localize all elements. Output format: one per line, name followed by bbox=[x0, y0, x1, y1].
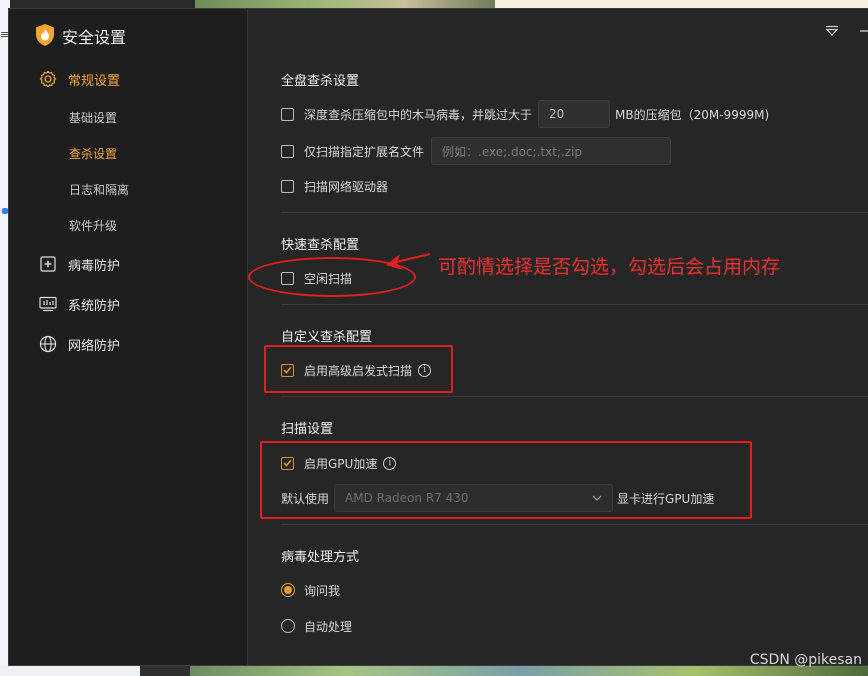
checkmark-icon bbox=[283, 459, 292, 467]
sidebar-item-label: 网络防护 bbox=[68, 338, 121, 354]
section-title-scan-settings: 扫描设置 bbox=[281, 422, 334, 437]
sidebar-item-general[interactable]: 常规设置 bbox=[39, 68, 120, 90]
idle-scan-checkbox[interactable] bbox=[281, 271, 294, 285]
extension-list-input[interactable]: 例如：.exe;.doc;.txt;.zip bbox=[431, 137, 672, 165]
info-icon[interactable]: i bbox=[383, 456, 397, 470]
option-idle-scan: 空闲扫描 bbox=[281, 263, 352, 293]
divider bbox=[281, 304, 868, 305]
system-monitor-icon bbox=[39, 295, 57, 313]
minimize-icon[interactable] bbox=[859, 25, 868, 37]
section-title-full-scan: 全盘查杀设置 bbox=[281, 74, 360, 89]
section-title-quick-scan: 快速查杀配置 bbox=[281, 238, 360, 253]
app-title: 安全设置 bbox=[62, 28, 127, 47]
sidebar-subitem-scan-settings[interactable]: 查杀设置 bbox=[69, 145, 117, 162]
sidebar-subitem-basic[interactable]: 基础设置 bbox=[69, 109, 117, 126]
gpu-acceleration-checkbox[interactable] bbox=[281, 456, 294, 470]
background-wallpaper-top bbox=[195, 0, 495, 8]
dropdown-menu-icon[interactable] bbox=[825, 25, 839, 37]
network-drive-checkbox[interactable] bbox=[281, 179, 294, 193]
checkmark-icon bbox=[283, 366, 292, 374]
divider bbox=[281, 396, 868, 397]
settings-window: 安全设置 常规设置 基础设置 查杀设置 日志和隔离 软件升级 病毒防护 系统防护 bbox=[8, 8, 868, 666]
extension-only-checkbox[interactable] bbox=[281, 144, 294, 158]
section-title-custom-scan: 自定义查杀配置 bbox=[281, 330, 373, 345]
auto-handle-label: 自动处理 bbox=[304, 619, 353, 634]
info-icon[interactable]: i bbox=[418, 363, 432, 377]
gpu-suffix-label: 显卡进行GPU加速 bbox=[617, 491, 715, 506]
shield-logo-icon bbox=[36, 24, 54, 46]
option-extension-only: 仅扫描指定扩展名文件 例如：.exe;.doc;.txt;.zip bbox=[281, 136, 672, 166]
idle-scan-label: 空闲扫描 bbox=[304, 271, 353, 286]
option-gpu-acceleration: 启用GPU加速 i bbox=[281, 448, 397, 478]
sidebar-item-system-protection[interactable]: 系统防护 bbox=[39, 293, 120, 315]
option-auto-handle: 自动处理 bbox=[281, 611, 352, 641]
heuristic-scan-label: 启用高级启发式扫描 bbox=[304, 363, 413, 378]
default-use-label: 默认使用 bbox=[281, 491, 330, 506]
gpu-device-row: 默认使用 AMD Radeon R7 430 显卡进行GPU加速 bbox=[281, 483, 714, 513]
option-ask-me: 询问我 bbox=[281, 575, 340, 605]
annotation-arrow-icon bbox=[386, 253, 431, 270]
plus-square-icon bbox=[39, 255, 57, 273]
content-panel: 全盘查杀设置 深度查杀压缩包中的木马病毒，并跳过大于 20 MB的压缩包（20M… bbox=[249, 9, 868, 665]
sidebar-item-label: 常规设置 bbox=[68, 73, 121, 89]
heuristic-scan-checkbox[interactable] bbox=[281, 363, 294, 377]
option-compressed-scan: 深度查杀压缩包中的木马病毒，并跳过大于 20 MB的压缩包（20M-9999M) bbox=[281, 99, 769, 129]
sidebar: 安全设置 常规设置 基础设置 查杀设置 日志和隔离 软件升级 病毒防护 系统防护 bbox=[9, 9, 248, 665]
background-window-top bbox=[495, 0, 868, 8]
compressed-scan-label: 深度查杀压缩包中的木马病毒，并跳过大于 bbox=[304, 107, 533, 122]
divider bbox=[281, 212, 868, 213]
gpu-device-select[interactable]: AMD Radeon R7 430 bbox=[334, 484, 614, 512]
ask-me-label: 询问我 bbox=[304, 583, 341, 598]
gear-icon bbox=[39, 70, 57, 88]
network-drive-label: 扫描网络驱动器 bbox=[304, 179, 389, 194]
sidebar-subitem-upgrade[interactable]: 软件升级 bbox=[69, 217, 117, 234]
gpu-device-value: AMD Radeon R7 430 bbox=[345, 491, 469, 505]
background-wallpaper-bottom bbox=[0, 666, 868, 676]
archive-size-suffix: MB的压缩包（20M-9999M) bbox=[615, 107, 770, 122]
option-network-drive: 扫描网络驱动器 bbox=[281, 171, 388, 201]
option-heuristic-scan: 启用高级启发式扫描 i bbox=[281, 355, 432, 385]
auto-handle-radio[interactable] bbox=[281, 619, 295, 633]
globe-icon bbox=[39, 335, 57, 353]
annotation-text: 可酌情选择是否勾选，勾选后会占用内存 bbox=[438, 256, 781, 278]
section-title-virus-handling: 病毒处理方式 bbox=[281, 550, 360, 565]
ask-me-radio[interactable] bbox=[281, 583, 295, 597]
divider bbox=[281, 524, 868, 525]
sidebar-item-label: 病毒防护 bbox=[68, 258, 121, 274]
gpu-acceleration-label: 启用GPU加速 bbox=[304, 456, 378, 471]
archive-size-input[interactable]: 20 bbox=[538, 100, 611, 128]
chevron-down-icon bbox=[592, 495, 602, 501]
compressed-scan-checkbox[interactable] bbox=[281, 107, 294, 121]
sidebar-item-network-protection[interactable]: 网络防护 bbox=[39, 333, 120, 355]
sidebar-item-label: 系统防护 bbox=[68, 298, 121, 314]
extension-only-label: 仅扫描指定扩展名文件 bbox=[304, 144, 425, 159]
sidebar-subitem-logs-quarantine[interactable]: 日志和隔离 bbox=[69, 181, 129, 198]
sidebar-item-virus-protection[interactable]: 病毒防护 bbox=[39, 253, 120, 275]
watermark: CSDN @pikesan bbox=[749, 652, 862, 668]
